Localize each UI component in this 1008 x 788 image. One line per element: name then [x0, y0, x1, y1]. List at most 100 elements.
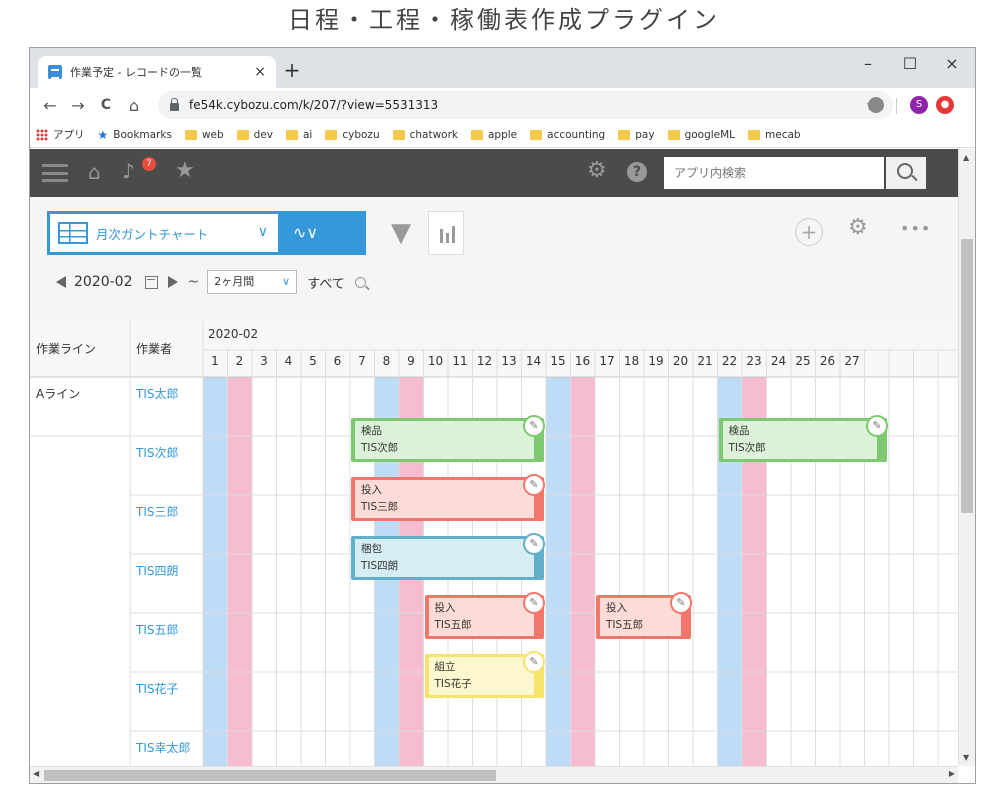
bookmark-ai[interactable]: ai — [286, 129, 312, 141]
bookmark-アプリ[interactable]: アプリ — [36, 127, 85, 142]
task-bar[interactable]: 組立 TIS花子 ✎ — [424, 651, 545, 698]
bar-chart-icon[interactable] — [428, 211, 464, 255]
forward-button[interactable]: → — [64, 96, 92, 115]
worker-link[interactable]: TIS五郎 — [136, 621, 179, 638]
lock-icon — [170, 98, 179, 111]
day-label: 6 — [333, 354, 342, 368]
home-icon[interactable]: ⌂ — [88, 160, 101, 184]
menu-icon[interactable] — [42, 164, 68, 182]
worker-link[interactable]: TIS次郎 — [136, 444, 179, 461]
worker-link[interactable]: TIS三郎 — [136, 503, 179, 520]
bookmark-cybozu[interactable]: cybozu — [325, 128, 380, 141]
url-text: fe54k.cybozu.com/k/207/?view=5531313 — [189, 98, 439, 112]
profile-avatar[interactable]: S — [910, 96, 928, 114]
bookmark-chatwork[interactable]: chatwork — [392, 129, 458, 141]
horizontal-scrollbar[interactable]: ◀ ▶ — [30, 766, 958, 783]
folder-icon — [286, 129, 298, 140]
task-bar[interactable]: 投入 TIS三郎 ✎ — [351, 474, 545, 521]
scroll-right-icon[interactable]: ▶ — [949, 769, 955, 778]
help-icon[interactable]: ? — [627, 162, 647, 182]
graph-menu-button[interactable]: ∿∨ — [281, 211, 366, 255]
view-name: 月次ガントチャート — [96, 226, 209, 242]
period-select[interactable]: 2ヶ月間 ∨ — [207, 270, 298, 294]
worker-link[interactable]: TIS幸太郎 — [136, 739, 191, 756]
tab-close-icon[interactable]: × — [254, 64, 266, 80]
day-label: 26 — [819, 354, 836, 368]
edit-pencil-icon[interactable]: ✎ — [866, 415, 888, 437]
day-label: 7 — [358, 354, 366, 368]
bookmark-accounting[interactable]: accounting — [530, 129, 605, 141]
app-search-input[interactable] — [664, 157, 884, 189]
edit-pencil-icon[interactable]: ✎ — [523, 474, 545, 496]
favorite-star-icon[interactable]: ★ — [175, 158, 195, 183]
bookmark-label: cybozu — [342, 128, 380, 141]
bookmark-apple[interactable]: apple — [471, 129, 517, 141]
extension-red-icon[interactable]: ● — [936, 96, 954, 114]
scroll-down-icon[interactable]: ▼ — [963, 753, 969, 762]
search-icon[interactable] — [354, 276, 366, 288]
back-button[interactable]: ← — [36, 96, 64, 115]
worker-link[interactable]: TIS太郎 — [136, 385, 179, 402]
bookmark-web[interactable]: web — [184, 129, 224, 141]
worker-link[interactable]: TIS花子 — [136, 680, 179, 697]
column-header-line: 作業ライン — [36, 342, 97, 356]
folder-icon — [325, 129, 338, 140]
minimize-button[interactable]: – — [848, 54, 888, 73]
reload-button[interactable]: C — [92, 97, 120, 113]
view-selector[interactable]: 月次ガントチャート ∨ — [47, 211, 281, 255]
bookmark-googleml[interactable]: googleML — [667, 129, 735, 141]
task-bar[interactable]: 検品 TIS次郎 ✎ — [718, 415, 888, 462]
horizontal-scroll-thumb[interactable] — [44, 770, 496, 781]
home-button[interactable]: ⌂ — [120, 96, 148, 115]
month-header: 2020-02 — [208, 327, 259, 341]
new-tab-button[interactable]: + — [280, 58, 304, 82]
edit-pencil-icon[interactable]: ✎ — [523, 592, 545, 614]
task-bar[interactable]: 投入 TIS五郎 ✎ — [596, 592, 692, 639]
vertical-scroll-thumb[interactable] — [961, 239, 973, 513]
maximize-button[interactable]: ☐ — [890, 54, 930, 73]
folder-icon — [530, 129, 543, 140]
calendar-icon[interactable] — [144, 275, 158, 289]
day-label: 15 — [550, 354, 566, 368]
tab-title: 作業予定 - レコードの一覧 — [70, 66, 202, 79]
day-label: 20 — [672, 354, 689, 368]
extension-icon[interactable] — [868, 97, 884, 113]
more-options-icon[interactable]: ••• — [900, 219, 931, 238]
close-window-button[interactable]: × — [932, 54, 972, 73]
folder-icon — [471, 129, 483, 140]
task-name: 投入 — [361, 484, 382, 496]
search-icon[interactable] — [886, 157, 926, 189]
task-bar[interactable]: 梱包 TIS四朗 ✎ — [351, 533, 545, 580]
address-bar[interactable]: fe54k.cybozu.com/k/207/?view=5531313 ☆ — [158, 91, 893, 119]
bookmark-pay[interactable]: pay — [618, 129, 655, 141]
next-month-icon[interactable] — [167, 276, 178, 288]
scroll-up-icon[interactable]: ▲ — [963, 153, 969, 162]
filter-icon[interactable]: ▼ — [382, 211, 420, 255]
folder-icon — [618, 129, 631, 140]
vertical-scrollbar[interactable]: ▲ ▼ — [958, 149, 975, 766]
bookmark-mecab[interactable]: mecab — [748, 129, 801, 141]
browser-tab[interactable]: 作業予定 - レコードの一覧 × — [38, 56, 276, 88]
task-bar[interactable]: 投入 TIS五郎 ✎ — [424, 592, 545, 639]
view-settings-gear-icon[interactable]: ⚙ — [848, 215, 868, 240]
star-icon: ★ — [97, 127, 109, 142]
edit-pencil-icon[interactable]: ✎ — [670, 592, 692, 614]
bell-icon[interactable]: ♪ — [122, 159, 135, 183]
scroll-left-icon[interactable]: ◀ — [33, 769, 39, 778]
worker-link[interactable]: TIS四朗 — [136, 562, 179, 579]
notification-badge: 7 — [142, 157, 156, 171]
task-bar-content: 投入 TIS三郎 — [355, 480, 534, 518]
edit-pencil-icon[interactable]: ✎ — [523, 533, 545, 555]
previous-month-icon[interactable] — [56, 276, 66, 288]
all-filter-label[interactable]: すべて — [307, 273, 345, 292]
edit-pencil-icon[interactable]: ✎ — [523, 651, 545, 673]
settings-gear-icon[interactable]: ⚙ — [587, 158, 607, 183]
day-label: 24 — [770, 354, 787, 368]
task-bar[interactable]: 検品 TIS次郎 ✎ — [351, 415, 545, 462]
kintone-header: ⌂ ♪ 7 ★ ⚙ ? — [30, 149, 958, 197]
add-record-button[interactable]: + — [795, 218, 823, 246]
date-navigator: 2020-02 ~ 2ヶ月間 ∨ すべて — [56, 270, 366, 294]
edit-pencil-icon[interactable]: ✎ — [523, 415, 545, 437]
bookmark-bookmarks[interactable]: ★ Bookmarks — [98, 128, 172, 142]
bookmark-dev[interactable]: dev — [236, 129, 273, 141]
